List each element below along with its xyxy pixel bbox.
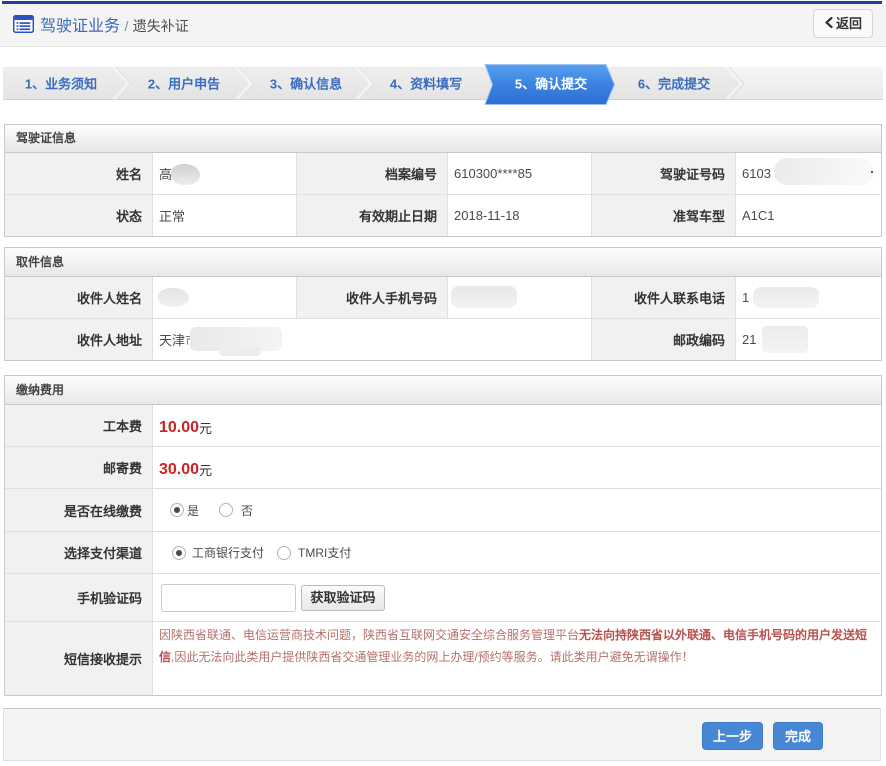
svg-text:6、完成提交: 6、完成提交 [638,77,710,92]
svg-text:3、确认信息: 3、确认信息 [270,77,342,92]
svg-text:5、确认提交: 5、确认提交 [515,77,587,92]
svg-text:2、用户申告: 2、用户申告 [148,77,220,92]
svg-text:4、资料填写: 4、资料填写 [390,77,462,92]
svg-text:1、业务须知: 1、业务须知 [25,77,97,92]
